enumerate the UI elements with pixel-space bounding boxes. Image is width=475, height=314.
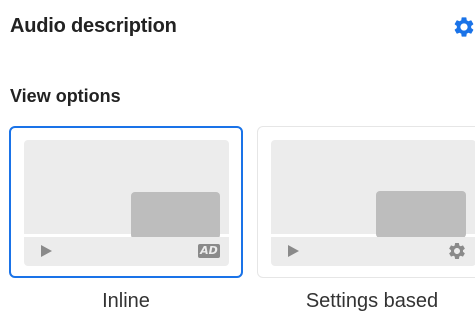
play-icon — [288, 245, 299, 257]
audio-description-panel: Audio description View options AD Inline… — [0, 0, 475, 314]
description-overlay-box — [131, 192, 220, 239]
gear-icon — [454, 17, 474, 37]
play-icon — [41, 245, 52, 257]
view-option-label-settings-based: Settings based — [305, 290, 439, 312]
view-option-label-inline: Inline — [102, 290, 150, 312]
player-controls-bar: AD — [24, 237, 229, 266]
view-option-inline-card[interactable]: AD — [9, 126, 243, 278]
description-overlay-box — [376, 191, 466, 238]
audio-description-icon: AD — [198, 244, 220, 258]
player-controls-bar — [271, 237, 475, 266]
gear-icon — [449, 243, 465, 259]
settings-gear-button[interactable] — [452, 14, 475, 40]
panel-title: Audio description — [10, 15, 177, 37]
view-option-settings-based-card[interactable] — [257, 126, 475, 278]
view-options-heading: View options — [10, 86, 121, 106]
